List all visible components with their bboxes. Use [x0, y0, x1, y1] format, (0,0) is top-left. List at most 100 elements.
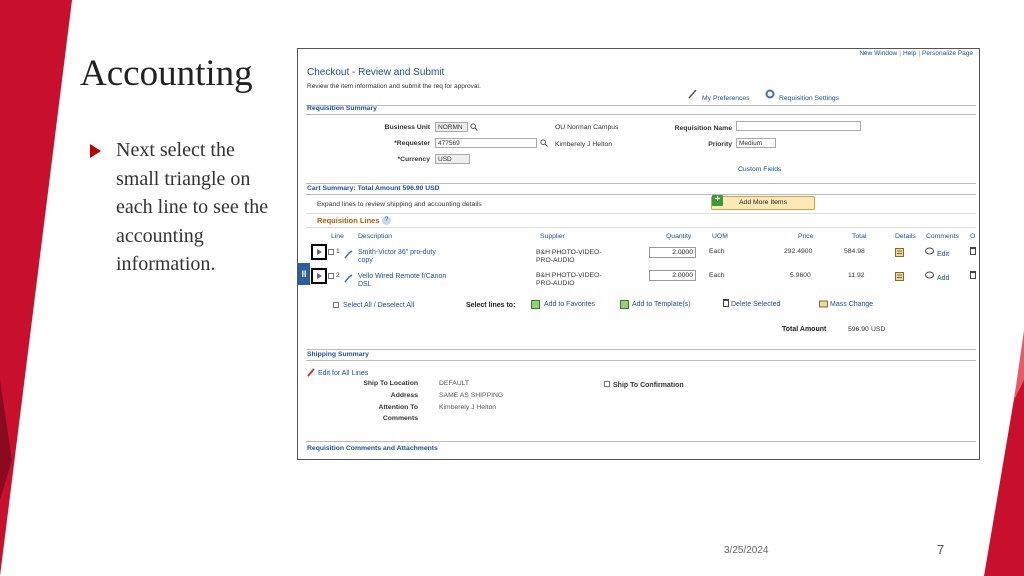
quantity-input[interactable]: 2.0000	[649, 247, 696, 258]
attention-label: Attention To	[378, 404, 418, 411]
select-all-checkbox[interactable]	[333, 302, 339, 308]
help-link[interactable]: Help	[903, 50, 916, 57]
instructions-text: Review the item information and submit t…	[307, 83, 481, 90]
select-all-link[interactable]: Select All / Deselect All	[343, 302, 414, 309]
slide-date: 3/25/2024	[724, 545, 769, 556]
currency-field[interactable]: USD	[435, 154, 470, 164]
comments-attachments-title[interactable]: Requisition Comments and Attachments	[307, 445, 438, 452]
expand-triangle-icon[interactable]	[317, 249, 322, 255]
col-total: Total	[852, 233, 867, 240]
ship-to-confirmation-label: Ship To Confirmation	[613, 382, 684, 389]
add-to-templates-link[interactable]: Add to Template(s)	[632, 301, 691, 308]
total-amount-label: Total Amount	[782, 326, 827, 333]
priority-label: Priority	[708, 141, 732, 148]
requisition-summary-title: Requisition Summary	[307, 105, 377, 112]
line-number: 2	[336, 272, 340, 279]
line-checkbox[interactable]	[328, 249, 334, 255]
quantity-input[interactable]: 2.0000	[649, 270, 696, 281]
comment-icon[interactable]	[925, 271, 934, 280]
slide-page-number: 7	[937, 542, 945, 557]
edit-comment-link[interactable]: Edit	[937, 251, 949, 258]
add-to-favorites-link[interactable]: Add to Favorites	[544, 301, 595, 308]
requisition-name-input[interactable]	[736, 121, 861, 131]
new-window-link[interactable]: New Window	[859, 50, 897, 57]
line-supplier: B&H PHOTO-VIDEO-	[536, 272, 602, 279]
business-unit-label: Business Unit	[384, 124, 430, 131]
total-amount-value: 596.90	[848, 326, 869, 333]
custom-fields-link[interactable]: Custom Fields	[738, 166, 781, 173]
address-value: SAME AS SHIPPING	[439, 392, 504, 399]
col-supplier: Supplier	[540, 233, 565, 240]
line-checkbox[interactable]	[328, 273, 334, 279]
bullet-item: Next select the small triangle on each l…	[90, 136, 280, 279]
cart-summary-title: Cart Summary: Total Amount 596.90 USD	[307, 185, 440, 192]
line-supplier: B&H PHOTO-VIDEO-	[536, 249, 602, 256]
line-price: 5.9600	[790, 272, 811, 279]
right-decoration	[984, 330, 1024, 576]
col-description: Description	[358, 233, 392, 240]
expand-triangle-icon[interactable]	[317, 273, 322, 279]
address-label: Address	[390, 392, 418, 399]
trash-icon[interactable]	[970, 247, 976, 255]
line-supplier-cont: PRO-AUDIO	[536, 257, 575, 264]
delete-icon[interactable]	[723, 299, 729, 307]
bullet-arrow-icon	[90, 144, 101, 158]
search-icon[interactable]	[540, 139, 548, 147]
edit-icon[interactable]	[307, 368, 316, 377]
search-icon[interactable]	[470, 123, 478, 131]
col-quantity: Quantity	[666, 233, 692, 240]
requisition-settings-link[interactable]: Requisition Settings	[779, 95, 839, 102]
plus-icon: +	[712, 195, 723, 206]
priority-select[interactable]: Medium	[736, 138, 776, 148]
bullet-text: Next select the small triangle on each l…	[116, 139, 269, 275]
slide-title: Accounting	[80, 53, 253, 94]
expand-lines-text: Expand lines to review shipping and acco…	[317, 201, 482, 208]
ship-to-location-label: Ship To Location	[363, 380, 418, 387]
line-description[interactable]: Smith-Victor 36" pro-duty	[358, 249, 436, 256]
total-amount-currency: USD	[871, 326, 886, 333]
my-preferences-link[interactable]: My Preferences	[702, 95, 750, 102]
personalize-page-link[interactable]: Personalize Page	[922, 50, 973, 57]
peoplesoft-screenshot: New Window | Help | Personalize Page Checkou…	[297, 48, 980, 460]
line-price: 292.4900	[784, 248, 813, 255]
business-unit-description: OU Norman Campus	[555, 124, 619, 131]
line-description-cont[interactable]: copy	[358, 257, 373, 264]
requisition-name-label: Requisition Name	[674, 125, 732, 132]
edit-all-lines-link[interactable]: Edit for All Lines	[318, 370, 368, 377]
line-total: 11.92	[848, 272, 865, 279]
comments-label: Comments	[382, 415, 418, 422]
line-supplier-cont: PRO-AUDIO	[536, 280, 575, 287]
ship-to-location-value: DEFAULT	[439, 380, 470, 387]
line-uom: Each	[709, 248, 725, 255]
pencil-icon	[688, 89, 697, 99]
template-icon[interactable]	[620, 300, 629, 309]
item-type-icon	[344, 250, 353, 259]
shipping-summary-title: Shipping Summary	[307, 351, 369, 358]
trash-icon[interactable]	[970, 271, 976, 279]
currency-label: *Currency	[397, 156, 431, 163]
business-unit-field[interactable]: NORMN	[435, 122, 468, 132]
gear-icon	[765, 89, 775, 99]
mass-change-link[interactable]: Mass Change	[830, 301, 873, 308]
details-icon[interactable]	[895, 272, 904, 281]
delete-selected-link[interactable]: Delete Selected	[731, 301, 780, 308]
requester-field[interactable]: 477569	[435, 138, 537, 148]
line-total: 584.98	[844, 248, 865, 255]
line-description-cont[interactable]: DSL	[358, 281, 372, 288]
add-more-items-button[interactable]: Add More Items	[711, 196, 815, 210]
col-other: O	[970, 233, 976, 240]
col-details: Details	[895, 233, 916, 240]
requester-label: *Requester	[394, 140, 430, 147]
mass-change-icon[interactable]	[819, 299, 828, 308]
comment-icon[interactable]	[925, 247, 934, 256]
help-icon[interactable]: ?	[382, 216, 391, 225]
ship-to-confirmation-checkbox[interactable]	[604, 381, 610, 387]
line-description[interactable]: Vello Wired Remote f/Canon	[358, 273, 446, 280]
pagelet-toggle-icon[interactable]: II	[298, 263, 310, 285]
add-comment-link[interactable]: Add	[937, 275, 949, 282]
details-icon[interactable]	[895, 248, 904, 257]
col-price: Price	[798, 233, 814, 240]
favorites-icon[interactable]	[531, 300, 540, 309]
col-comments: Comments	[926, 233, 959, 240]
requester-name: Kimberely J Helton	[555, 141, 613, 148]
